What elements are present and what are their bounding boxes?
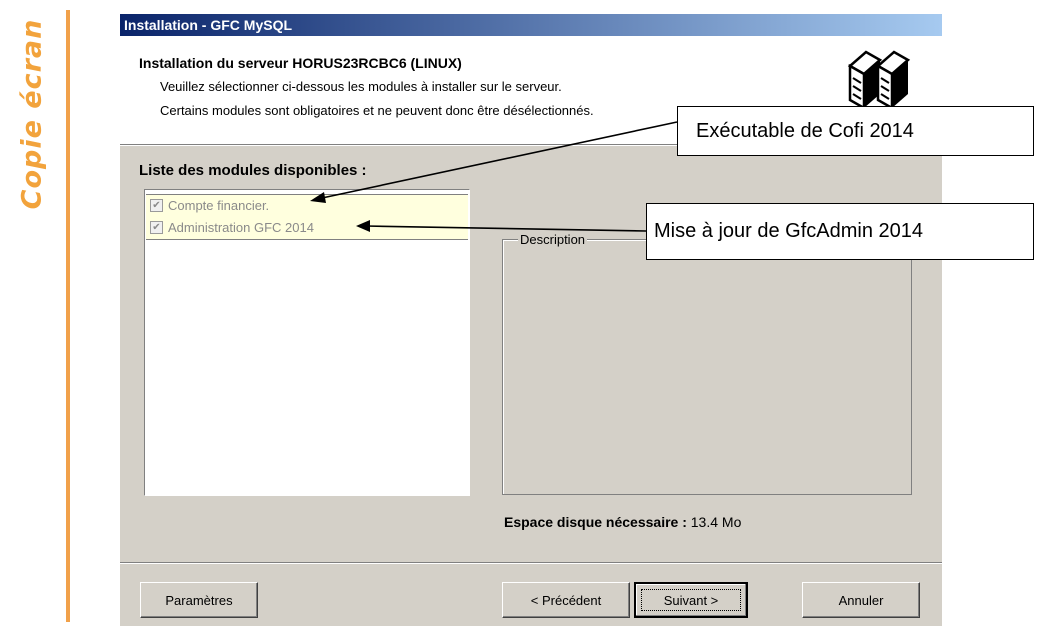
disk-space-value: 13.4 Mo: [690, 514, 742, 530]
module-list-caption: Liste des modules disponibles :: [139, 162, 367, 179]
disk-space-label: Espace disque nécessaire :: [504, 514, 687, 530]
cancel-button[interactable]: Annuler: [802, 582, 920, 618]
module-item-administration-gfc[interactable]: ✔ Administration GFC 2014: [146, 217, 468, 240]
callout-gfcadmin: Mise à jour de GfcAdmin 2014: [646, 203, 1034, 260]
module-item-label: Compte financier.: [168, 198, 270, 213]
header-title: Installation du serveur HORUS23RCBC6 (LI…: [139, 55, 462, 71]
header-line-2: Certains modules sont obligatoires et ne…: [160, 103, 594, 118]
server-icon: [847, 50, 911, 111]
callout-gfcadmin-text: Mise à jour de GfcAdmin 2014: [654, 220, 924, 242]
module-list[interactable]: ✔ Compte financier. ✔ Administration GFC…: [144, 189, 470, 496]
previous-button-label: < Précédent: [530, 592, 602, 608]
side-label-text: Copie écran: [16, 18, 48, 210]
callout-cofi-text: Exécutable de Cofi 2014: [696, 119, 914, 142]
title-bar[interactable]: Installation - GFC MySQL: [120, 14, 942, 36]
previous-button[interactable]: < Précédent: [502, 582, 630, 618]
window-title: Installation - GFC MySQL: [124, 17, 293, 33]
callout-cofi: Exécutable de Cofi 2014: [677, 106, 1034, 156]
module-item-compte-financier[interactable]: ✔ Compte financier.: [146, 194, 468, 217]
checkbox-compte-financier[interactable]: ✔: [150, 199, 163, 212]
cancel-button-label: Annuler: [838, 592, 884, 608]
next-button[interactable]: Suivant >: [634, 582, 748, 618]
disk-space: Espace disque nécessaire : 13.4 Mo: [504, 514, 741, 530]
description-label: Description: [518, 232, 588, 247]
module-item-label: Administration GFC 2014: [168, 220, 314, 235]
side-label: Copie écran: [14, 14, 50, 214]
focus-rectangle: [641, 589, 741, 611]
footer-separator: [120, 562, 942, 564]
checkbox-administration-gfc[interactable]: ✔: [150, 221, 163, 234]
parameters-button[interactable]: Paramètres: [140, 582, 258, 618]
parameters-button-label: Paramètres: [165, 592, 233, 608]
side-rule: [66, 10, 70, 622]
header-line-1: Veuillez sélectionner ci-dessous les mod…: [160, 79, 562, 94]
description-group: [502, 239, 912, 495]
